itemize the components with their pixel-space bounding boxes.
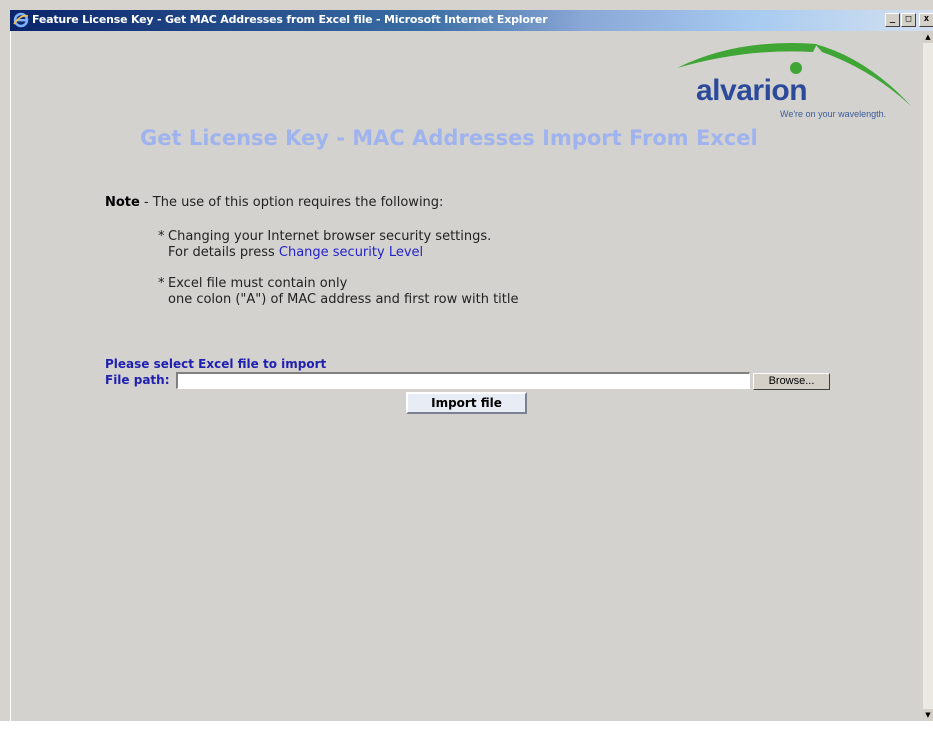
scroll-up-icon[interactable]: ▲ [923,31,933,43]
scroll-down-icon[interactable]: ▼ [923,709,933,721]
requirement-item-security: * Changing your Internet browser securit… [158,229,492,261]
minimize-icon: _ [889,14,896,24]
requirement-item-excel: * Excel file must contain only one colon… [158,276,519,308]
close-icon: x [923,14,930,24]
requirement-line: For details press Change security Level [168,245,424,260]
file-path-label: File path: [105,373,170,387]
change-security-level-link[interactable]: Change security Level [279,245,423,260]
requirement-line: Excel file must contain only [168,276,348,291]
browse-button[interactable]: Browse... [753,373,830,390]
internet-explorer-icon [13,12,29,28]
minimize-button[interactable]: _ [885,13,900,27]
note-label: Note [105,195,140,210]
maximize-button[interactable]: □ [901,13,916,27]
vertical-scrollbar[interactable]: ▲ ▼ [923,31,933,721]
note-line: Note - The use of this option requires t… [105,195,443,210]
import-file-button[interactable]: Import file [406,392,527,414]
requirement-line: one colon ("A") of MAC address and first… [168,292,519,307]
close-button[interactable]: x [919,13,933,27]
file-path-input[interactable] [176,372,750,389]
browser-window: Feature License Key - Get MAC Addresses … [0,0,933,729]
select-file-label: Please select Excel file to import [105,357,327,371]
title-bar[interactable]: Feature License Key - Get MAC Addresses … [10,10,933,31]
page-title: Get License Key - MAC Addresses Import F… [140,126,758,150]
note-text: - The use of this option requires the fo… [139,195,444,210]
bullet-star-icon: * [158,276,165,291]
requirement-line: Changing your Internet browser security … [168,229,492,244]
logo-tagline: We're on your wavelength. [780,109,887,119]
window-title: Feature License Key - Get MAC Addresses … [32,13,548,26]
logo-wordmark: alvarion [696,74,808,107]
maximize-icon: □ [905,14,912,24]
bullet-star-icon: * [158,229,165,244]
window-bottom-border [0,721,933,729]
